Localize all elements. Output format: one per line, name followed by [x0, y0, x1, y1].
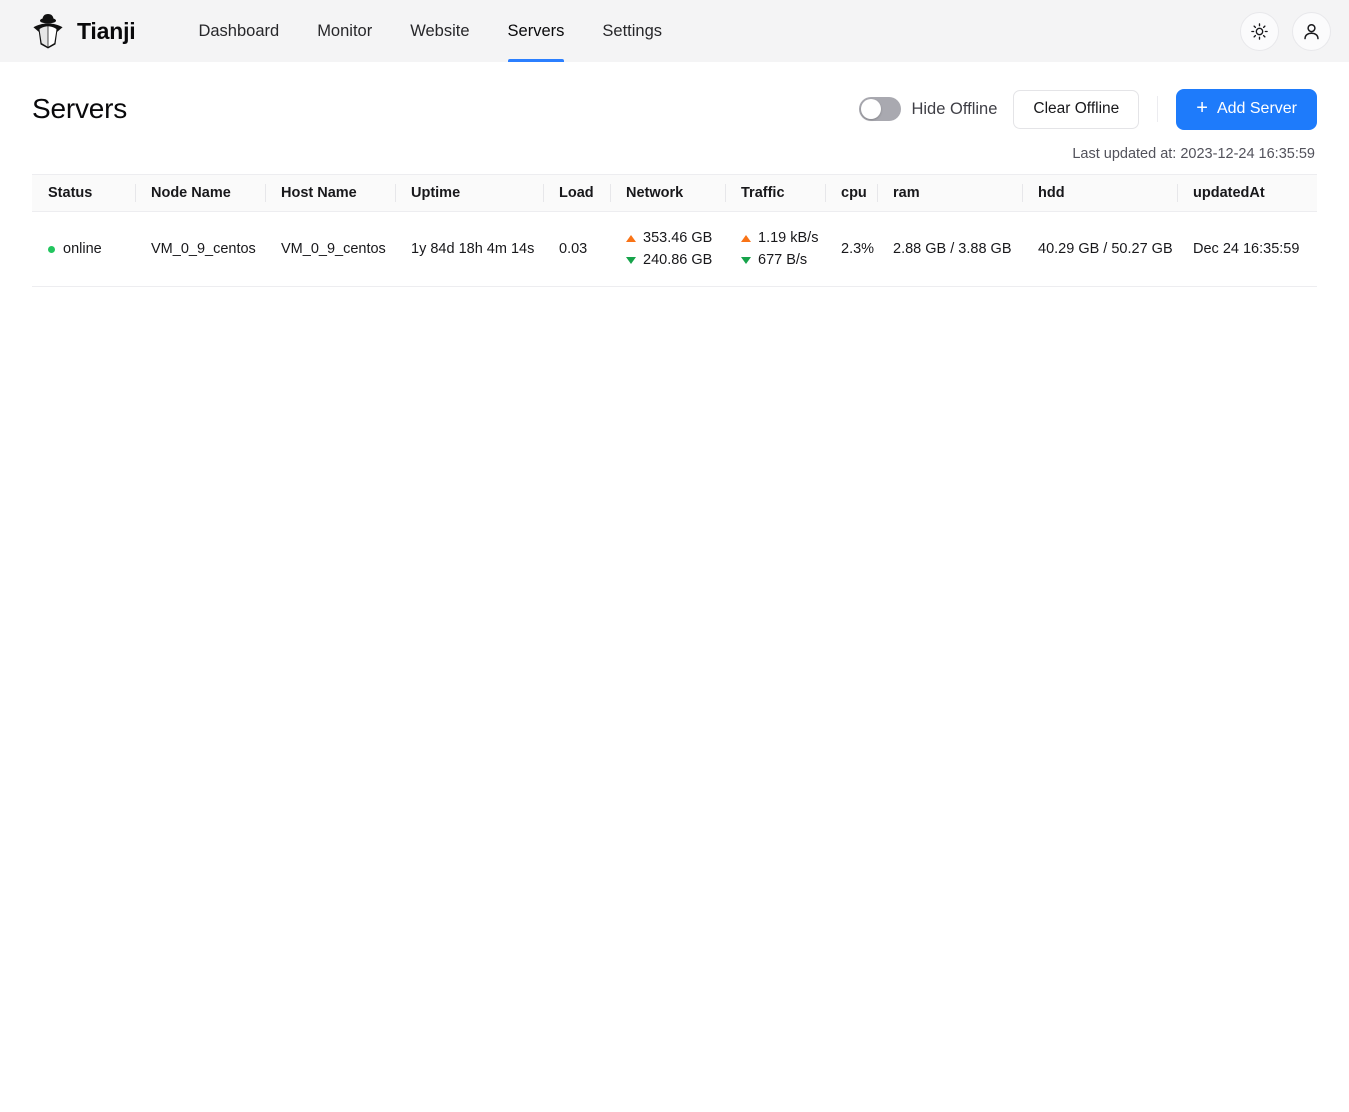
servers-table: Status Node Name Host Name Uptime Load N…: [32, 174, 1317, 287]
column-header-host-name[interactable]: Host Name: [265, 174, 395, 212]
sun-icon: [1250, 22, 1269, 41]
cell-uptime: 1y 84d 18h 4m 14s: [395, 211, 543, 287]
nav-item-settings[interactable]: Settings: [583, 0, 681, 62]
column-header-traffic[interactable]: Traffic: [725, 174, 825, 212]
add-server-label: Add Server: [1216, 100, 1297, 117]
column-header-node-name[interactable]: Node Name: [135, 174, 265, 212]
main-nav: Dashboard Monitor Website Servers Settin…: [179, 0, 681, 62]
cell-updated-at: Dec 24 16:35:59: [1177, 211, 1317, 287]
cell-status: online: [32, 211, 135, 287]
hide-offline-switch-track[interactable]: [859, 97, 902, 121]
network-upload-value: 353.46 GB: [643, 230, 713, 246]
theme-toggle-button[interactable]: [1240, 11, 1279, 51]
column-header-network[interactable]: Network: [610, 174, 725, 212]
cell-load: 0.03: [543, 211, 610, 287]
hide-offline-label: Hide Offline: [911, 99, 998, 118]
spy-agent-logo-icon: [28, 11, 68, 51]
brand-name: Tianji: [77, 17, 136, 44]
navbar-actions: [1240, 11, 1331, 51]
cell-hdd: 40.29 GB / 50.27 GB: [1022, 211, 1177, 287]
page-header: Servers Hide Offline Clear Offline + Add…: [32, 62, 1317, 140]
nav-item-servers[interactable]: Servers: [489, 0, 584, 62]
last-updated-text: Last updated at: 2023-12-24 16:35:59: [1072, 146, 1315, 162]
traffic-upload-value: 1.19 kB/s: [758, 230, 819, 246]
page-header-actions: Hide Offline Clear Offline + Add Server: [859, 88, 1317, 130]
arrow-down-icon: [741, 256, 751, 264]
column-header-updated-at[interactable]: updatedAt: [1177, 174, 1317, 212]
user-icon: [1301, 21, 1322, 42]
clear-offline-button[interactable]: Clear Offline: [1013, 89, 1140, 129]
status-dot: [48, 245, 55, 253]
arrow-down-icon: [626, 256, 636, 264]
column-header-load[interactable]: Load: [543, 174, 610, 212]
page-body: Servers Hide Offline Clear Offline + Add…: [0, 62, 1349, 287]
cell-host-name: VM_0_9_centos: [265, 211, 395, 287]
table-header-row: Status Node Name Host Name Uptime Load N…: [32, 174, 1317, 212]
network-download-value: 240.86 GB: [643, 252, 713, 268]
hide-offline-toggle[interactable]: Hide Offline: [859, 97, 997, 121]
cell-traffic: 1.19 kB/s 677 B/s: [725, 211, 825, 287]
arrow-up-icon: [626, 234, 636, 242]
cell-node-name: VM_0_9_centos: [135, 211, 265, 287]
actions-divider: [1157, 96, 1159, 122]
plus-icon: +: [1196, 97, 1208, 119]
add-server-button[interactable]: + Add Server: [1176, 88, 1317, 130]
servers-table-body: online VM_0_9_centos VM_0_9_centos 1y 84…: [32, 211, 1317, 287]
traffic-download-value: 677 B/s: [758, 252, 808, 268]
column-header-uptime[interactable]: Uptime: [395, 174, 543, 212]
cell-cpu: 2.3%: [825, 211, 877, 287]
cell-network: 353.46 GB 240.86 GB: [610, 211, 725, 287]
servers-table-head: Status Node Name Host Name Uptime Load N…: [32, 174, 1317, 212]
column-header-hdd[interactable]: hdd: [1022, 174, 1177, 212]
column-header-status[interactable]: Status: [32, 174, 135, 212]
hide-offline-switch-knob: [861, 99, 882, 119]
table-row[interactable]: online VM_0_9_centos VM_0_9_centos 1y 84…: [32, 211, 1317, 287]
top-navbar: Tianji Dashboard Monitor Website Servers…: [0, 0, 1349, 62]
brand[interactable]: Tianji: [28, 11, 136, 51]
status-label: online: [63, 241, 102, 257]
account-button[interactable]: [1292, 11, 1331, 51]
column-header-ram[interactable]: ram: [877, 174, 1022, 212]
cell-ram: 2.88 GB / 3.88 GB: [877, 211, 1022, 287]
arrow-up-icon: [741, 234, 751, 242]
page-title: Servers: [32, 93, 128, 124]
nav-item-monitor[interactable]: Monitor: [298, 0, 391, 62]
nav-item-dashboard[interactable]: Dashboard: [179, 0, 298, 62]
nav-item-website[interactable]: Website: [391, 0, 488, 62]
column-header-cpu[interactable]: cpu: [825, 174, 877, 212]
